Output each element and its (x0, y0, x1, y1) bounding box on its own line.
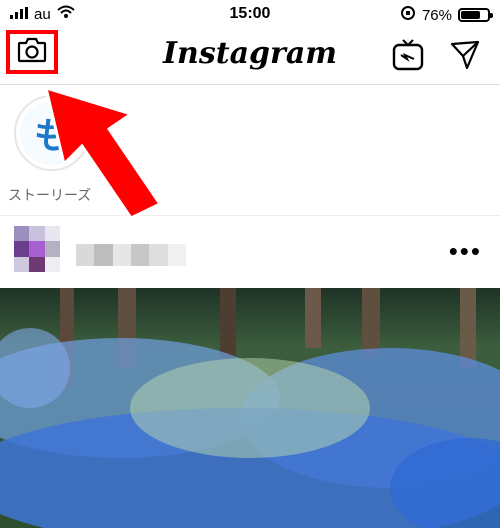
direct-message-icon[interactable] (450, 40, 480, 75)
red-arrow-annotation (36, 80, 166, 220)
battery-percent: 76% (421, 6, 452, 24)
battery-icon (458, 8, 493, 22)
post-photo[interactable] (0, 288, 500, 528)
hydrangea-forest-image (0, 288, 500, 528)
post-header: ••• (0, 216, 500, 286)
igtv-icon[interactable] (392, 38, 424, 77)
app-title: Instagram (163, 36, 337, 71)
post-author-name-pixelated[interactable] (76, 244, 186, 266)
orientation-lock-icon (400, 5, 416, 25)
post-more-button[interactable]: ••• (449, 236, 482, 267)
post-author-avatar[interactable] (14, 226, 60, 272)
status-bar: au 15:00 76% (0, 0, 500, 28)
top-navigation: Instagram (0, 28, 500, 85)
